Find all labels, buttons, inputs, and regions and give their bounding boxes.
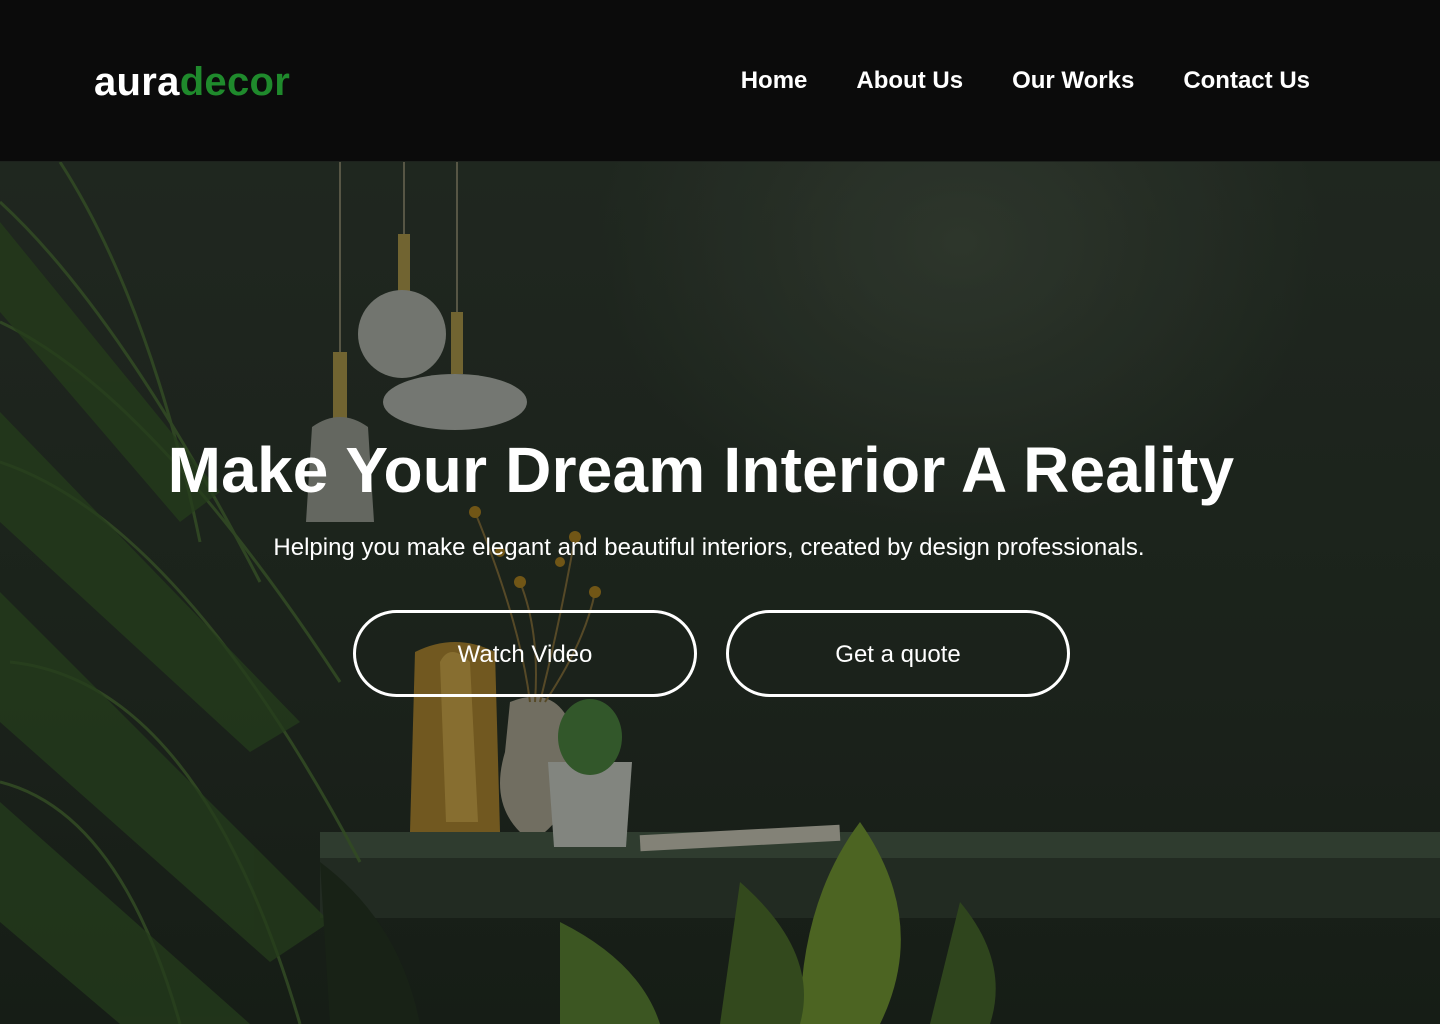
logo-text-decor: decor — [179, 60, 291, 104]
nav-link-our-works[interactable]: Our Works — [1012, 66, 1134, 96]
navbar: auradecor Home About Us Our Works Contac… — [0, 0, 1440, 162]
main-nav: Home About Us Our Works Contact Us — [741, 66, 1310, 96]
logo-text-aura: aura — [94, 60, 180, 104]
hero-title: Make Your Dream Interior A Reality — [167, 434, 1235, 506]
watch-video-button[interactable]: Watch Video — [353, 610, 697, 697]
hero-overlay — [0, 162, 1440, 1024]
hero-subtitle: Helping you make elegant and beautiful i… — [273, 534, 1145, 561]
nav-link-home[interactable]: Home — [741, 66, 808, 96]
logo[interactable]: auradecor — [94, 58, 290, 106]
get-quote-button[interactable]: Get a quote — [726, 610, 1070, 697]
nav-link-about-us[interactable]: About Us — [856, 66, 963, 96]
hero-section: Make Your Dream Interior A Reality Helpi… — [0, 162, 1440, 1024]
nav-link-contact-us[interactable]: Contact Us — [1183, 66, 1310, 96]
